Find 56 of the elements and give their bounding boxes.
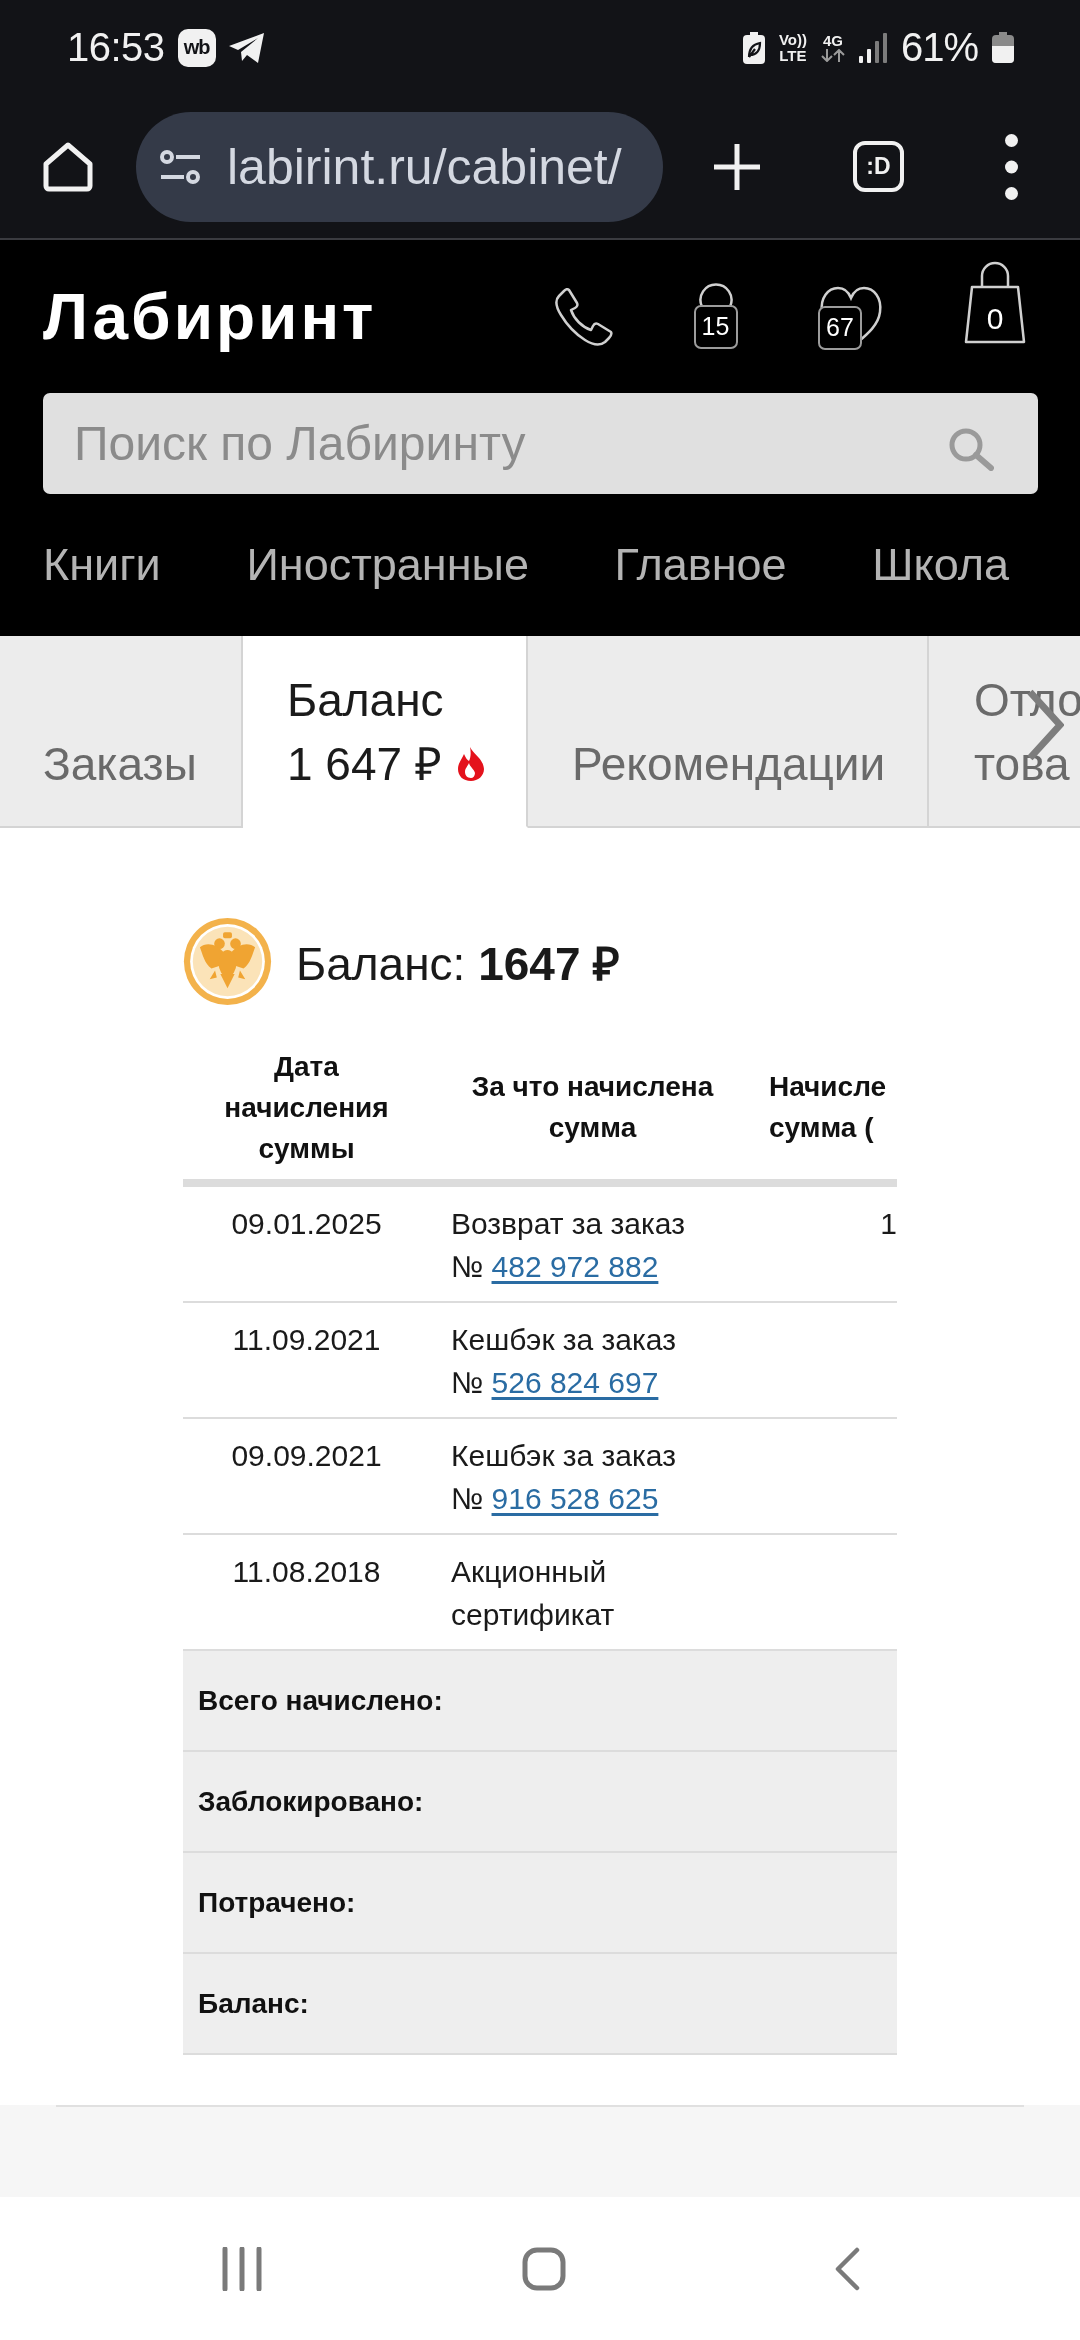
battery-percent: 61% bbox=[900, 25, 978, 70]
data-arrows-icon bbox=[820, 49, 845, 62]
count-badge: 15 bbox=[693, 304, 738, 349]
table-cell-text: 11.08.2018 bbox=[231, 1554, 382, 1590]
site-logo[interactable]: Лабиринт bbox=[43, 279, 377, 354]
order-link[interactable]: 482 972 882 bbox=[491, 1250, 659, 1283]
table-cell-text: 09.01.2025 bbox=[230, 1206, 383, 1242]
table-cell-text: Кешбэк за заказ № 916 528 625 bbox=[450, 1438, 677, 1517]
order-link[interactable]: 916 528 625 bbox=[491, 1482, 659, 1515]
menu-icon[interactable] bbox=[1005, 133, 1018, 200]
column-header: За что начислена сумма bbox=[470, 1070, 715, 1145]
recent-apps-icon[interactable] bbox=[222, 2246, 262, 2291]
plus-icon[interactable] bbox=[714, 143, 760, 190]
cart-button[interactable]: 0 bbox=[964, 259, 1026, 344]
back-icon[interactable] bbox=[835, 2246, 860, 2291]
tab[interactable]: Заказы bbox=[0, 636, 243, 828]
person-icon bbox=[698, 282, 733, 307]
network-type-label: Vo)) bbox=[778, 31, 807, 48]
nav-link[interactable]: Школа bbox=[872, 539, 1009, 591]
eagle-emblem-icon bbox=[183, 917, 272, 1006]
table-cell-text: 11.09.2021 bbox=[231, 1322, 382, 1358]
count-badge: 67 bbox=[818, 305, 862, 350]
summary-label-cell: Заблокировано: bbox=[183, 1752, 897, 1853]
search-field[interactable]: Поиск по Лабиринту bbox=[43, 393, 1038, 494]
table-cell-text: 09.09.2021 bbox=[230, 1438, 383, 1474]
battery-icon bbox=[992, 32, 1014, 63]
nav-link[interactable]: Иностранные bbox=[246, 539, 529, 591]
cart-count: 0 bbox=[985, 303, 1005, 334]
paper-plane-icon bbox=[228, 32, 265, 63]
summary-label-cell: Баланс: bbox=[183, 1954, 897, 2055]
tab[interactable]: Рекомендации bbox=[528, 636, 929, 828]
column-header: Начисле сумма ( bbox=[768, 1070, 888, 1145]
phone-icon[interactable] bbox=[555, 287, 613, 346]
order-link[interactable]: 526 824 697 bbox=[491, 1366, 659, 1399]
battery-leaf-icon bbox=[742, 31, 765, 64]
summary-label-cell: Всего начислено: bbox=[183, 1651, 897, 1752]
nav-link[interactable]: Книги bbox=[43, 539, 161, 591]
address-bar[interactable]: labirint.ru/cabinet/ bbox=[136, 111, 663, 222]
tab-switcher-button[interactable]: :D bbox=[853, 141, 904, 192]
shopping-bag-icon bbox=[964, 259, 1026, 344]
table-cell-text: 1 bbox=[879, 1206, 897, 1242]
nav-link[interactable]: Главное bbox=[614, 539, 787, 591]
favorites-button[interactable]: 67 bbox=[818, 283, 884, 350]
summary-label-cell: Потрачено: bbox=[183, 1853, 897, 1954]
site-settings-icon[interactable] bbox=[160, 149, 201, 184]
balance-title: Баланс: 1647 ₽ bbox=[296, 936, 621, 992]
table-cell-text: Акционный сертификат bbox=[450, 1554, 616, 1633]
network-type-label: LTE bbox=[779, 47, 807, 64]
table-cell-text: Возврат за заказ № 482 972 882 bbox=[450, 1206, 686, 1285]
app-badge: wb bbox=[177, 28, 216, 67]
signal-icon bbox=[858, 32, 887, 63]
profile-button[interactable]: 15 bbox=[693, 282, 738, 351]
status-time: 16:53 bbox=[67, 25, 165, 70]
network-type-label: 4G bbox=[822, 33, 843, 49]
column-header: Дата начисления суммы bbox=[223, 1049, 390, 1166]
table-cell-text: Кешбэк за заказ № 526 824 697 bbox=[450, 1322, 677, 1401]
